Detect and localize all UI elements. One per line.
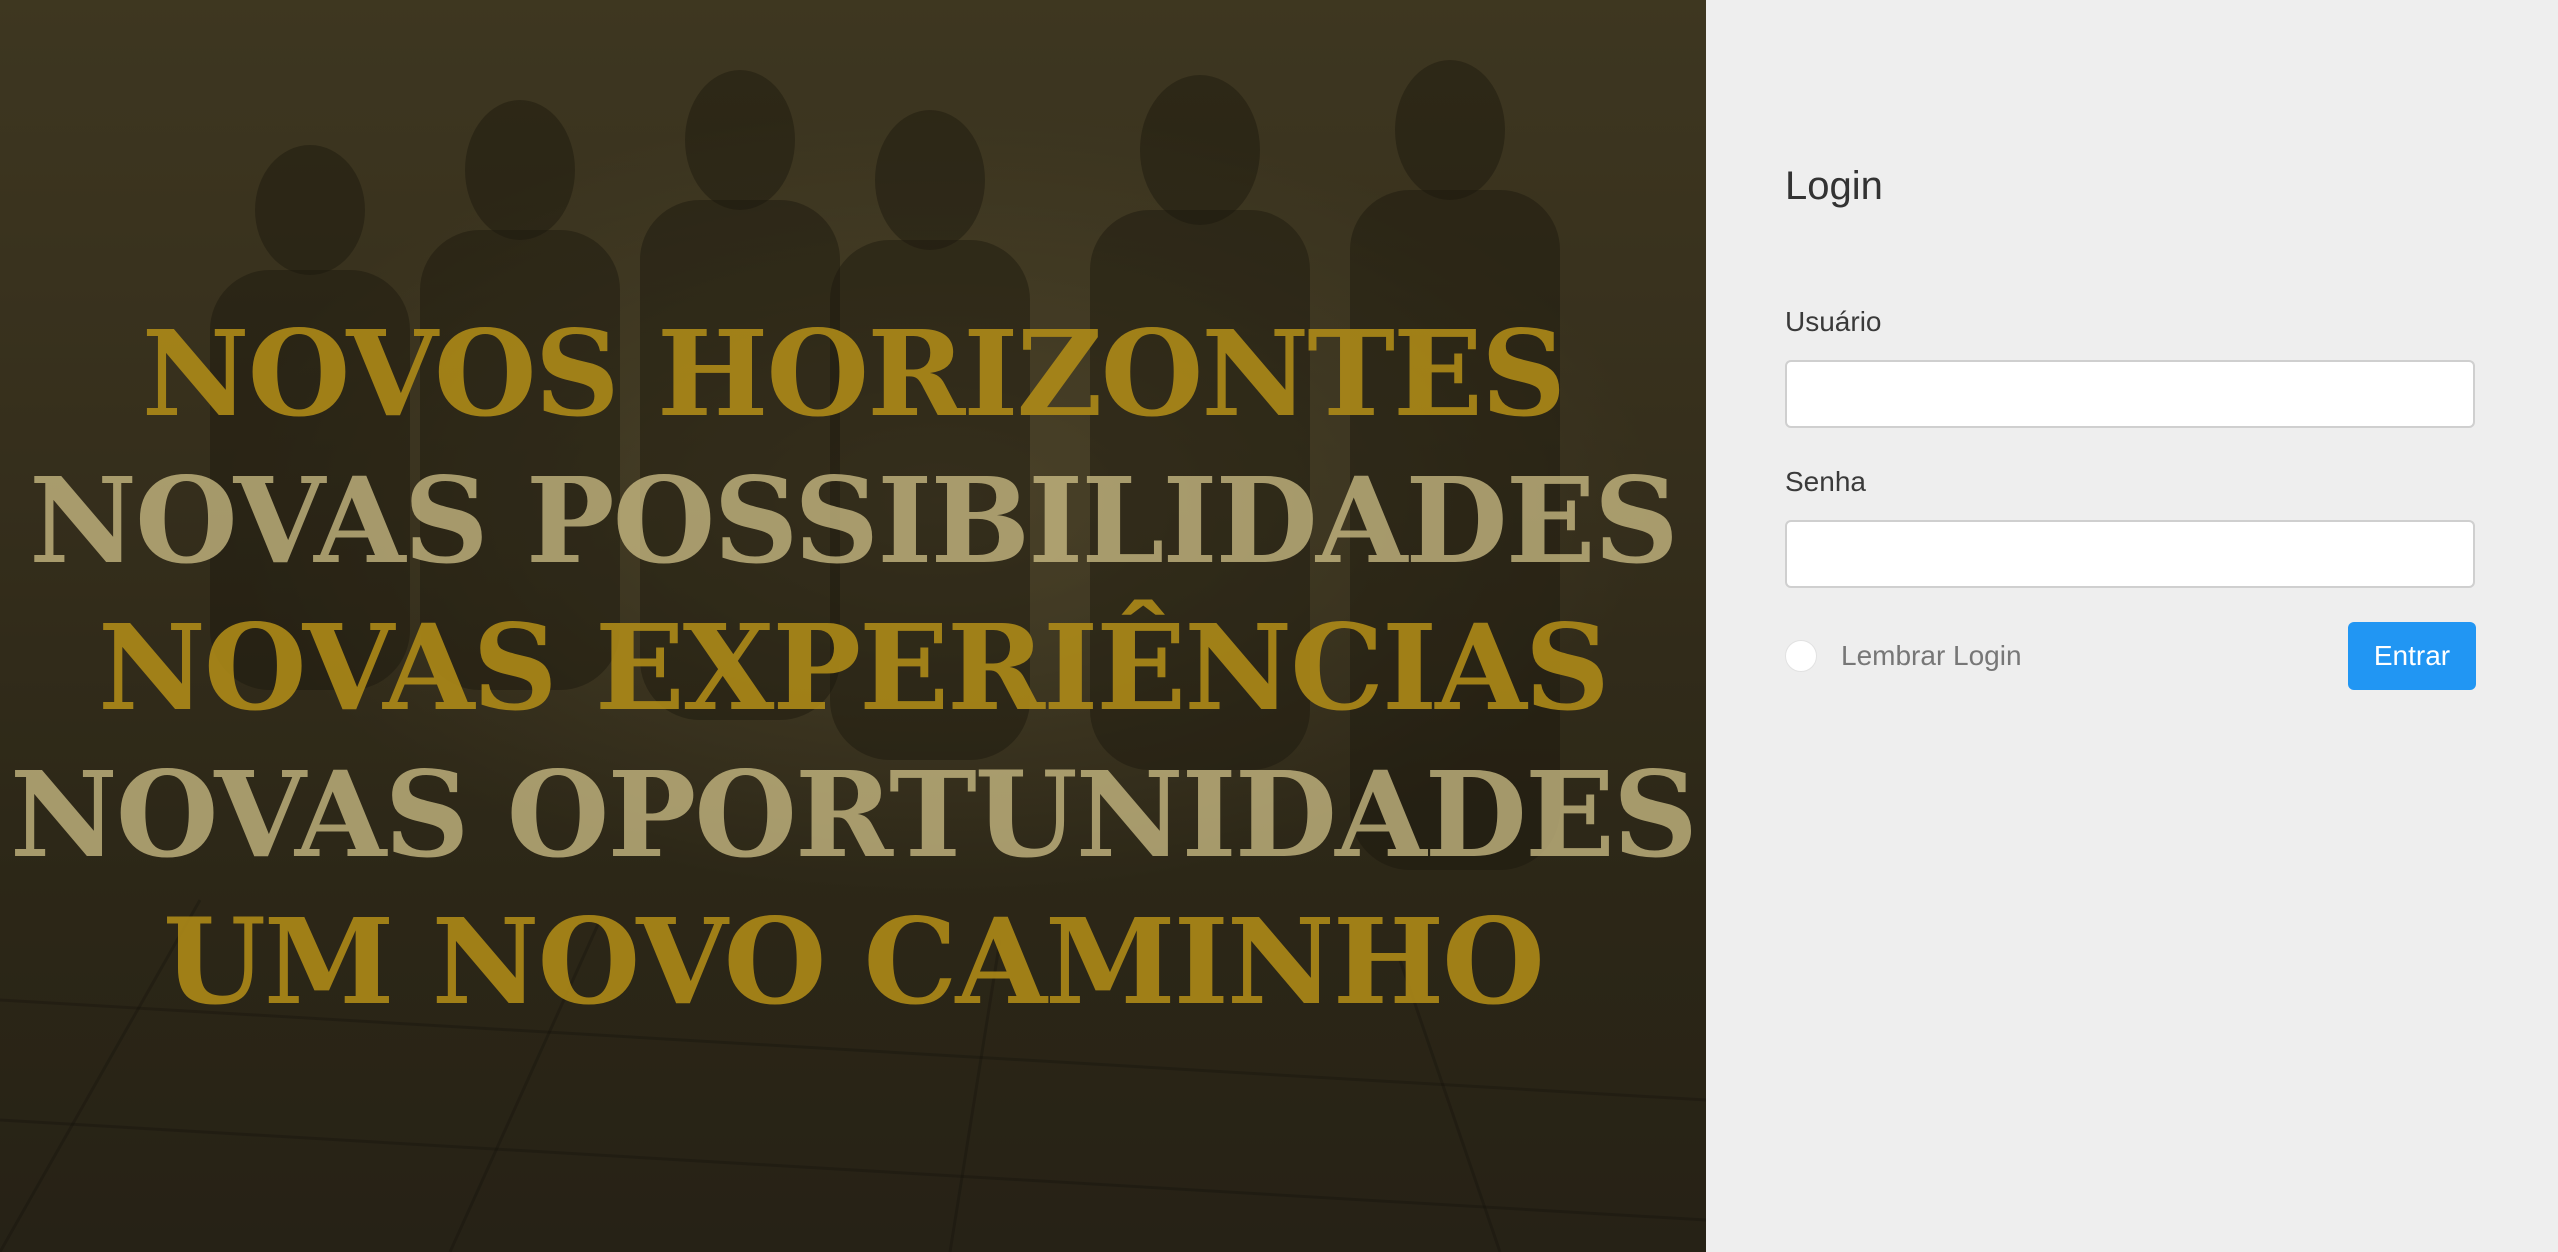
username-input[interactable]	[1785, 360, 2475, 428]
headline-line-1: NOVOS HORIZONTES	[141, 304, 1566, 443]
username-label: Usuário	[1785, 306, 1882, 337]
password-input[interactable]	[1785, 520, 2475, 588]
password-label: Senha	[1785, 466, 1866, 497]
login-title: Login	[1785, 164, 1883, 208]
hero-headline: NOVOS HORIZONTES NOVAS POSSIBILIDADES NO…	[0, 300, 1706, 1035]
headline-line-5: UM NOVO CAMINHO	[163, 892, 1545, 1031]
remember-radio[interactable]	[1785, 640, 1817, 672]
login-page: NOVOS HORIZONTES NOVAS POSSIBILIDADES NO…	[0, 0, 2558, 1252]
headline-line-3: NOVAS EXPERIÊNCIAS	[98, 598, 1610, 737]
login-panel: Login Usuário Senha Lembrar Login Entrar	[1706, 0, 2558, 1252]
headline-line-4: NOVAS OPORTUNIDADES	[9, 745, 1698, 884]
remember-login-toggle[interactable]: Lembrar Login	[1785, 640, 2022, 672]
hero-panel: NOVOS HORIZONTES NOVAS POSSIBILIDADES NO…	[0, 0, 1706, 1252]
remember-login-label: Lembrar Login	[1841, 640, 2022, 671]
login-submit-button[interactable]: Entrar	[2348, 622, 2476, 690]
headline-line-2: NOVAS POSSIBILIDADES	[29, 451, 1679, 590]
